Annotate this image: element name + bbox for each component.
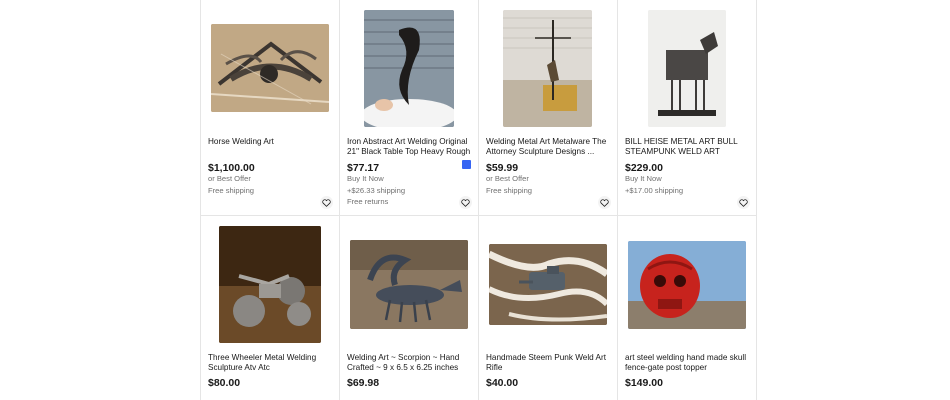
- listing-shipping: +$26.33 shipping: [347, 185, 406, 195]
- heart-icon: [600, 194, 609, 212]
- listing-card[interactable]: Iron Abstract Art Welding Original 21" B…: [340, 0, 479, 216]
- watch-heart-button[interactable]: [459, 196, 472, 209]
- listing-card[interactable]: Horse Welding Art $1,100.00 or Best Offe…: [201, 0, 340, 216]
- heart-icon: [322, 194, 331, 212]
- listing-image[interactable]: [503, 10, 592, 127]
- listing-image[interactable]: [648, 10, 726, 127]
- heart-icon: [739, 194, 748, 212]
- listing-image[interactable]: [219, 226, 321, 343]
- watch-heart-button[interactable]: [737, 196, 750, 209]
- listing-title[interactable]: Horse Welding Art: [208, 137, 334, 147]
- listing-price: $40.00: [486, 377, 519, 389]
- listing-image[interactable]: [350, 240, 468, 329]
- listing-price: $69.98: [347, 377, 380, 389]
- listing-card[interactable]: Handmade Steem Punk Weld Art Rifle $40.0…: [479, 216, 618, 400]
- listing-buy-it-now: Buy It Now: [347, 174, 384, 183]
- listing-title[interactable]: Welding Metal Art Metalware The Attorney…: [486, 137, 612, 157]
- listing-offer: or Best Offer: [486, 174, 529, 183]
- listing-card[interactable]: BILL HEISE METAL ART BULL STEAMPUNK WELD…: [618, 0, 757, 216]
- listing-image[interactable]: [628, 241, 746, 329]
- listing-title[interactable]: Iron Abstract Art Welding Original 21" B…: [347, 137, 473, 157]
- listing-card[interactable]: Three Wheeler Metal Welding Sculpture At…: [201, 216, 340, 400]
- watch-heart-button[interactable]: [320, 196, 333, 209]
- heart-icon: [461, 194, 470, 212]
- listing-card[interactable]: Welding Metal Art Metalware The Attorney…: [479, 0, 618, 216]
- listing-title[interactable]: Handmade Steem Punk Weld Art Rifle: [486, 353, 612, 373]
- listing-shipping: Free shipping: [486, 185, 533, 195]
- listing-shipping: +$17.00 shipping: [625, 185, 684, 195]
- listing-title[interactable]: art steel welding hand made skull fence-…: [625, 353, 751, 373]
- listing-price: $80.00: [208, 377, 241, 389]
- listing-image[interactable]: [211, 24, 329, 112]
- listing-buy-it-now: Buy It Now: [625, 174, 662, 183]
- listing-image[interactable]: [489, 244, 607, 325]
- watch-heart-button[interactable]: [598, 196, 611, 209]
- listing-card[interactable]: art steel welding hand made skull fence-…: [618, 216, 757, 400]
- listing-title[interactable]: Three Wheeler Metal Welding Sculpture At…: [208, 353, 334, 373]
- listing-title[interactable]: Welding Art ~ Scorpion ~ Hand Crafted ~ …: [347, 353, 473, 373]
- listing-card[interactable]: Welding Art ~ Scorpion ~ Hand Crafted ~ …: [340, 216, 479, 400]
- listing-price: $149.00: [625, 377, 663, 389]
- listing-shipping: Free shipping: [208, 185, 255, 195]
- listing-returns: Free returns: [347, 197, 389, 206]
- listing-title[interactable]: BILL HEISE METAL ART BULL STEAMPUNK WELD…: [625, 137, 751, 157]
- bookmark-badge-icon: [462, 160, 471, 169]
- listing-image[interactable]: [364, 10, 454, 127]
- listing-offer: or Best Offer: [208, 174, 251, 183]
